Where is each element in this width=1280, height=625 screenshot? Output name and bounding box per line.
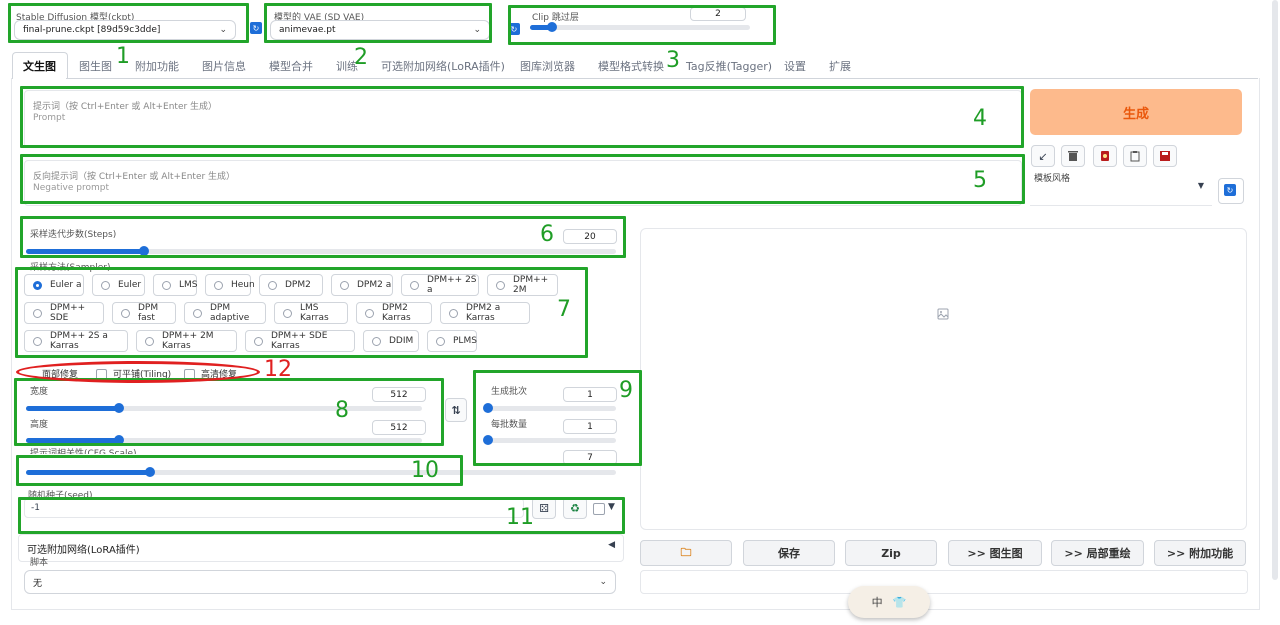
- clipboard-icon[interactable]: [1123, 145, 1147, 167]
- annotation-number: 9: [619, 378, 633, 403]
- annotation-number: 5: [973, 168, 987, 193]
- tab-label[interactable]: 图库浏览器: [520, 58, 575, 74]
- lora-accordion-title: 可选附加网络(LoRA插件): [27, 545, 140, 556]
- tab-label[interactable]: 附加功能: [135, 58, 179, 74]
- template-select[interactable]: ▼: [1030, 181, 1212, 206]
- ime-language[interactable]: 中: [872, 594, 883, 610]
- generation-info: [640, 570, 1248, 594]
- annotation-number: 3: [666, 48, 680, 73]
- annotation-box: [8, 3, 249, 43]
- annotation-number: 2: [354, 45, 368, 70]
- caret-down-icon: ▼: [1197, 181, 1204, 190]
- output-gallery: [640, 228, 1247, 530]
- tab-label[interactable]: Tag反推(Tagger): [686, 58, 772, 74]
- annotation-number: 4: [973, 106, 987, 131]
- annotation-box: [20, 216, 626, 258]
- annotation-box: [473, 370, 642, 466]
- swap-dimensions-icon[interactable]: ⇅: [445, 398, 467, 422]
- image-placeholder-icon: [937, 308, 949, 320]
- annotation-box: [508, 5, 776, 45]
- refresh-icon: ↻: [1224, 184, 1236, 196]
- tab-label[interactable]: 扩展: [829, 58, 851, 74]
- template-refresh-button[interactable]: ↻: [1218, 178, 1244, 204]
- annotation-number: 12: [264, 357, 292, 382]
- annotation-number: 6: [540, 222, 554, 247]
- shirt-icon[interactable]: 👕: [893, 596, 907, 609]
- send-to-img2img-button[interactable]: >> 图生图: [948, 540, 1042, 566]
- ime-toolbar[interactable]: 中 👕: [848, 586, 930, 618]
- tab-label[interactable]: 可选附加网络(LoRA插件): [381, 58, 505, 74]
- scrollbar[interactable]: [1272, 0, 1278, 580]
- annotation-number: 11: [506, 505, 534, 530]
- generate-button[interactable]: 生成: [1030, 89, 1242, 135]
- caret-left-icon: ◀: [608, 540, 615, 550]
- save-button[interactable]: 保存: [743, 540, 835, 566]
- zip-button[interactable]: Zip: [845, 540, 937, 566]
- annotation-box: [16, 455, 463, 486]
- script-label: 脚本: [30, 558, 49, 568]
- annotation-number: 10: [411, 458, 439, 483]
- style-card-icon[interactable]: [1093, 145, 1117, 167]
- send-to-inpaint-button[interactable]: >> 局部重绘: [1051, 540, 1144, 566]
- tab-label[interactable]: 模型合并: [269, 58, 313, 74]
- annotation-box: [264, 3, 492, 43]
- script-select[interactable]: 无 ⌄: [24, 570, 616, 594]
- tab-label[interactable]: 图片信息: [202, 58, 246, 74]
- tab-label[interactable]: 模型格式转换: [598, 58, 664, 74]
- annotation-box: [15, 267, 588, 358]
- annotation-number: 8: [335, 398, 349, 423]
- cfg-label: 提示词相关性(CFG Scale): [30, 449, 137, 454]
- annotation-box: [14, 378, 444, 446]
- save-style-icon[interactable]: [1153, 145, 1177, 167]
- tab-label[interactable]: 设置: [784, 58, 806, 74]
- annotation-ellipse: [16, 361, 260, 383]
- annotation-box: [20, 154, 1025, 204]
- open-folder-button[interactable]: 🗀: [640, 540, 732, 566]
- annotation-number: 1: [116, 44, 130, 69]
- trash-icon[interactable]: [1061, 145, 1085, 167]
- refresh-icon[interactable]: ↻: [250, 22, 262, 34]
- script-value: 无: [33, 578, 43, 589]
- send-to-extras-button[interactable]: >> 附加功能: [1154, 540, 1246, 566]
- chevron-down-icon: ⌄: [599, 577, 607, 587]
- lora-accordion[interactable]: 可选附加网络(LoRA插件) ◀: [18, 534, 624, 562]
- arrow-icon[interactable]: ↙: [1031, 145, 1055, 167]
- annotation-box: [20, 86, 1024, 148]
- annotation-number: 7: [557, 297, 571, 322]
- tab-label[interactable]: 文生图: [23, 58, 56, 74]
- tab-label[interactable]: 图生图: [79, 58, 112, 74]
- folder-icon: 🗀: [680, 545, 692, 559]
